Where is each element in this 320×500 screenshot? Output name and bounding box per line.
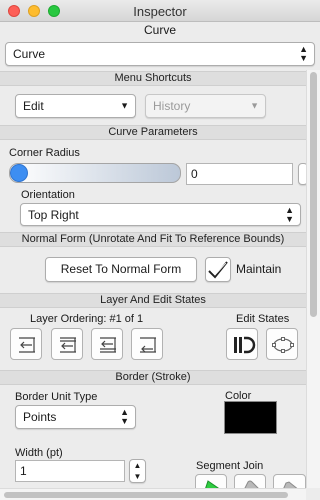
horizontal-scroll-thumb[interactable]: [4, 492, 288, 498]
orientation-value: Top Right: [28, 207, 79, 222]
object-type-value: Curve: [13, 47, 46, 61]
window-title: Inspector: [133, 4, 187, 19]
bring-forward-icon: [60, 337, 76, 353]
maintain-toggle[interactable]: [205, 257, 231, 282]
border-unit-type-value: Points: [23, 410, 57, 424]
object-type-select[interactable]: Curve ▲ ▼: [5, 42, 315, 66]
history-menu-value: History: [153, 99, 191, 113]
segment-join-label: Segment Join: [196, 460, 264, 472]
up-down-arrow-icon: ▲ ▼: [285, 204, 294, 224]
checkmark-icon: [208, 261, 228, 279]
border-width-stepper[interactable]: ▲ ▼: [129, 459, 146, 483]
send-backward-icon: [100, 337, 116, 353]
history-menu-select: History ▼: [145, 94, 266, 118]
horizontal-scrollbar[interactable]: [0, 488, 306, 500]
layer-edit-heading: Layer And Edit States: [0, 293, 306, 308]
edit-bounds-icon: [272, 337, 294, 353]
send-backward-button[interactable]: [91, 328, 123, 360]
vertical-scroll-thumb[interactable]: [310, 72, 317, 317]
orientation-select[interactable]: Top Right ▲ ▼: [20, 203, 301, 226]
corner-radius-input[interactable]: 0: [186, 163, 293, 185]
corner-radius-label: Corner Radius: [9, 147, 80, 159]
layer-ordering-label: Layer Ordering: #1 of 1: [30, 313, 144, 325]
send-to-back-button[interactable]: [131, 328, 163, 360]
up-down-arrow-icon: ▲ ▼: [120, 407, 129, 426]
edit-bounds-button[interactable]: [266, 328, 298, 360]
corner-radius-slider[interactable]: [9, 163, 181, 183]
border-unit-type-label: Border Unit Type: [15, 391, 98, 403]
header-label: Curve: [143, 23, 176, 37]
width-label: Width (pt): [15, 447, 63, 459]
border-width-input[interactable]: 1: [15, 460, 125, 482]
edit-menu-select[interactable]: Edit ▼: [15, 94, 136, 118]
bring-to-front-icon: [19, 337, 35, 353]
maintain-label: Maintain: [236, 262, 282, 276]
bring-to-front-button[interactable]: [10, 328, 42, 360]
window-titlebar: Inspector: [0, 0, 320, 22]
edit-points-icon: [234, 336, 256, 354]
edit-points-button[interactable]: [226, 328, 258, 360]
curve-parameters-heading: Curve Parameters: [0, 125, 306, 140]
border-color-well[interactable]: [224, 401, 277, 434]
slider-knob[interactable]: [10, 164, 28, 182]
chevron-down-icon: ▼: [250, 100, 259, 111]
edit-menu-value: Edit: [23, 99, 44, 113]
orientation-label: Orientation: [21, 189, 75, 201]
edit-states-label: Edit States: [236, 313, 290, 325]
vertical-scrollbar[interactable]: [306, 70, 320, 488]
up-down-arrow-icon: ▲ ▼: [299, 44, 308, 63]
chevron-down-icon: ▼: [120, 100, 129, 111]
border-heading: Border (Stroke): [0, 370, 306, 385]
send-to-back-icon: [140, 337, 156, 353]
stepper-arrows-icon: ▲ ▼: [133, 461, 142, 481]
normal-form-heading: Normal Form (Unrotate And Fit To Referen…: [0, 232, 306, 247]
reset-normal-form-button[interactable]: Reset To Normal Form: [45, 257, 197, 282]
border-unit-type-select[interactable]: Points ▲ ▼: [15, 405, 136, 429]
bring-forward-button[interactable]: [51, 328, 83, 360]
menu-shortcuts-heading: Menu Shortcuts: [0, 71, 306, 86]
